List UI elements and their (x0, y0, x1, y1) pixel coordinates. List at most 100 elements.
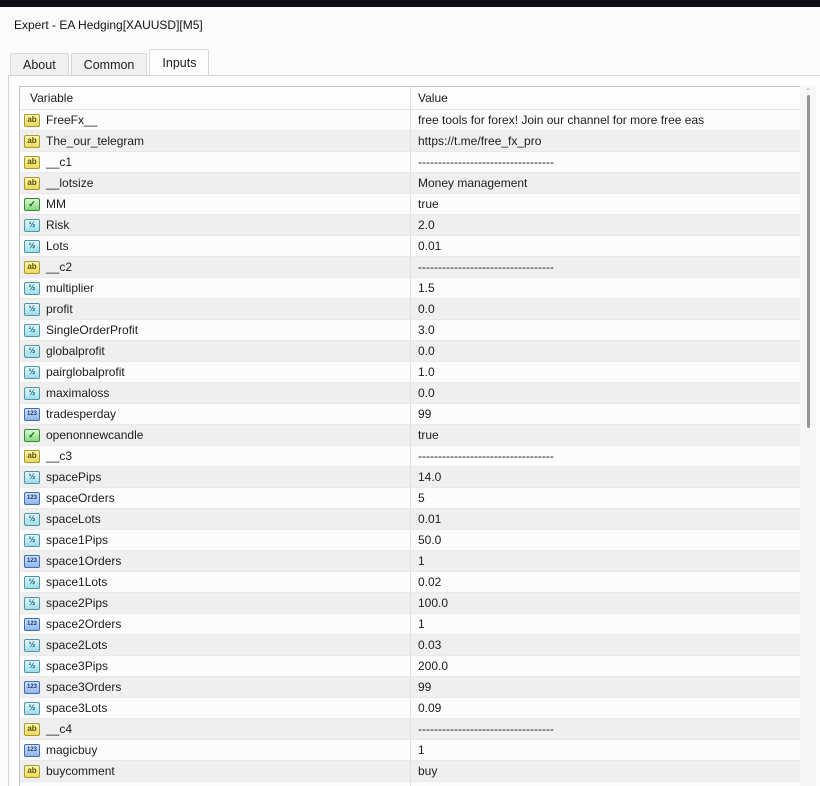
table-row[interactable]: ab The_our_telegram https://t.me/free_fx… (20, 131, 800, 152)
value-text: 0.01 (418, 512, 442, 526)
column-header-value[interactable]: Value (410, 87, 800, 109)
value-cell[interactable]: 0.01 (410, 236, 800, 256)
table-row[interactable]: ab FreeFx__ free tools for forex! Join o… (20, 110, 800, 131)
value-cell[interactable]: 200.0 (410, 656, 800, 676)
value-cell[interactable]: true (410, 425, 800, 445)
value-text: 0.0 (418, 302, 435, 316)
background-window-strip (0, 0, 820, 7)
value-text: https://t.me/free_fx_pro (418, 134, 542, 148)
table-row[interactable]: 123 space1Orders 1 (20, 551, 800, 572)
table-row[interactable]: ab buycomment buy (20, 761, 800, 782)
value-text: 99 (418, 407, 432, 421)
value-text: 0.09 (418, 701, 442, 715)
value-cell[interactable]: 0.01 (410, 509, 800, 529)
column-header-variable[interactable]: Variable (20, 87, 410, 109)
value-cell[interactable]: 2.0 (410, 215, 800, 235)
variable-name: __c4 (46, 722, 73, 736)
variable-cell: ½ spaceLots (20, 509, 410, 529)
table-row[interactable]: ab __c1 --------------------------------… (20, 152, 800, 173)
value-text: 99 (418, 680, 432, 694)
table-row[interactable]: 123 tradesperday 99 (20, 404, 800, 425)
value-cell[interactable]: 1 (410, 614, 800, 634)
value-cell[interactable]: 1 (410, 740, 800, 760)
table-row[interactable]: ½ pairglobalprofit 1.0 (20, 362, 800, 383)
value-cell[interactable]: 1.5 (410, 278, 800, 298)
value-text: 3.0 (418, 323, 435, 337)
variable-name: space3Pips (46, 659, 109, 673)
double-type-icon: ½ (24, 281, 40, 295)
value-cell[interactable]: buy (410, 761, 800, 781)
scrollbar-thumb[interactable] (807, 95, 810, 428)
value-text: Money management (418, 176, 528, 190)
bool-type-icon: ✓ (24, 428, 40, 442)
table-row[interactable]: ½ spaceLots 0.01 (20, 509, 800, 530)
table-row[interactable]: ✓ MM true (20, 194, 800, 215)
value-cell[interactable]: ---------------------------------- (410, 446, 800, 466)
value-text: 14.0 (418, 470, 442, 484)
value-cell[interactable]: 0.03 (410, 635, 800, 655)
table-row[interactable]: 123 spaceOrders 5 (20, 488, 800, 509)
table-row[interactable]: ½ space1Pips 50.0 (20, 530, 800, 551)
value-cell[interactable]: Money management (410, 173, 800, 193)
value-cell[interactable]: 1 (410, 551, 800, 571)
table-row[interactable]: ½ multiplier 1.5 (20, 278, 800, 299)
table-row[interactable]: 123 space2Orders 1 (20, 614, 800, 635)
value-cell[interactable]: 1.0 (410, 362, 800, 382)
table-row[interactable]: ½ SingleOrderProfit 3.0 (20, 320, 800, 341)
vertical-scrollbar[interactable]: ⌃ (800, 86, 816, 786)
variable-cell: ½ space2Lots (20, 635, 410, 655)
variable-name: Lots (46, 239, 69, 253)
value-cell[interactable]: 50.0 (410, 530, 800, 550)
value-cell[interactable]: https://t.me/free_fx_pro (410, 131, 800, 151)
value-cell[interactable]: 3.0 (410, 320, 800, 340)
table-row[interactable]: ½ space3Lots 0.09 (20, 698, 800, 719)
tab-inputs[interactable]: Inputs (149, 49, 210, 75)
value-cell[interactable]: 5 (410, 488, 800, 508)
value-cell[interactable]: ---------------------------------- (410, 257, 800, 277)
table-row[interactable]: ab __c4 --------------------------------… (20, 719, 800, 740)
value-cell[interactable]: 100.0 (410, 593, 800, 613)
table-row[interactable]: 123 magicbuy 1 (20, 740, 800, 761)
table-row[interactable]: ½ Risk 2.0 (20, 215, 800, 236)
table-row[interactable]: ½ spacePips 14.0 (20, 467, 800, 488)
table-row[interactable]: ab __c3 --------------------------------… (20, 446, 800, 467)
variable-cell: ab __lotsize (20, 173, 410, 193)
table-row[interactable]: ½ maximaloss 0.0 (20, 383, 800, 404)
double-type-icon: ½ (24, 302, 40, 316)
table-row[interactable]: ½ space3Pips 200.0 (20, 656, 800, 677)
value-cell[interactable]: free tools for forex! Join our channel f… (410, 110, 800, 130)
variable-name: __c1 (46, 155, 73, 169)
string-type-icon: ab (24, 722, 40, 736)
value-text: 1.0 (418, 365, 435, 379)
value-cell[interactable]: 0.02 (410, 572, 800, 592)
tab-about[interactable]: About (10, 53, 69, 75)
double-type-icon: ½ (24, 701, 40, 715)
table-row[interactable]: ab __lotsize Money management (20, 173, 800, 194)
table-row[interactable]: ½ space1Lots 0.02 (20, 572, 800, 593)
table-row[interactable]: ½ profit 0.0 (20, 299, 800, 320)
variable-name: globalprofit (46, 344, 105, 358)
table-row[interactable]: 123 magicsell 2 (20, 782, 800, 786)
value-cell[interactable]: 2 (410, 782, 800, 786)
value-cell[interactable]: 99 (410, 677, 800, 697)
value-cell[interactable]: true (410, 194, 800, 214)
value-cell[interactable]: 99 (410, 404, 800, 424)
tab-common[interactable]: Common (70, 53, 148, 75)
table-row[interactable]: ab __c2 --------------------------------… (20, 257, 800, 278)
value-text: 0.01 (418, 239, 442, 253)
value-cell[interactable]: 0.09 (410, 698, 800, 718)
value-cell[interactable]: ---------------------------------- (410, 719, 800, 739)
value-cell[interactable]: 0.0 (410, 383, 800, 403)
value-cell[interactable]: 0.0 (410, 299, 800, 319)
value-cell[interactable]: 14.0 (410, 467, 800, 487)
table-row[interactable]: ½ space2Pips 100.0 (20, 593, 800, 614)
value-cell[interactable]: 0.0 (410, 341, 800, 361)
table-row[interactable]: ½ Lots 0.01 (20, 236, 800, 257)
value-cell[interactable]: ---------------------------------- (410, 152, 800, 172)
table-row[interactable]: ✓ openonnewcandle true (20, 425, 800, 446)
table-row[interactable]: ½ space2Lots 0.03 (20, 635, 800, 656)
table-row[interactable]: ½ globalprofit 0.0 (20, 341, 800, 362)
value-text: 0.03 (418, 638, 442, 652)
variable-name: Risk (46, 218, 70, 232)
table-row[interactable]: 123 space3Orders 99 (20, 677, 800, 698)
